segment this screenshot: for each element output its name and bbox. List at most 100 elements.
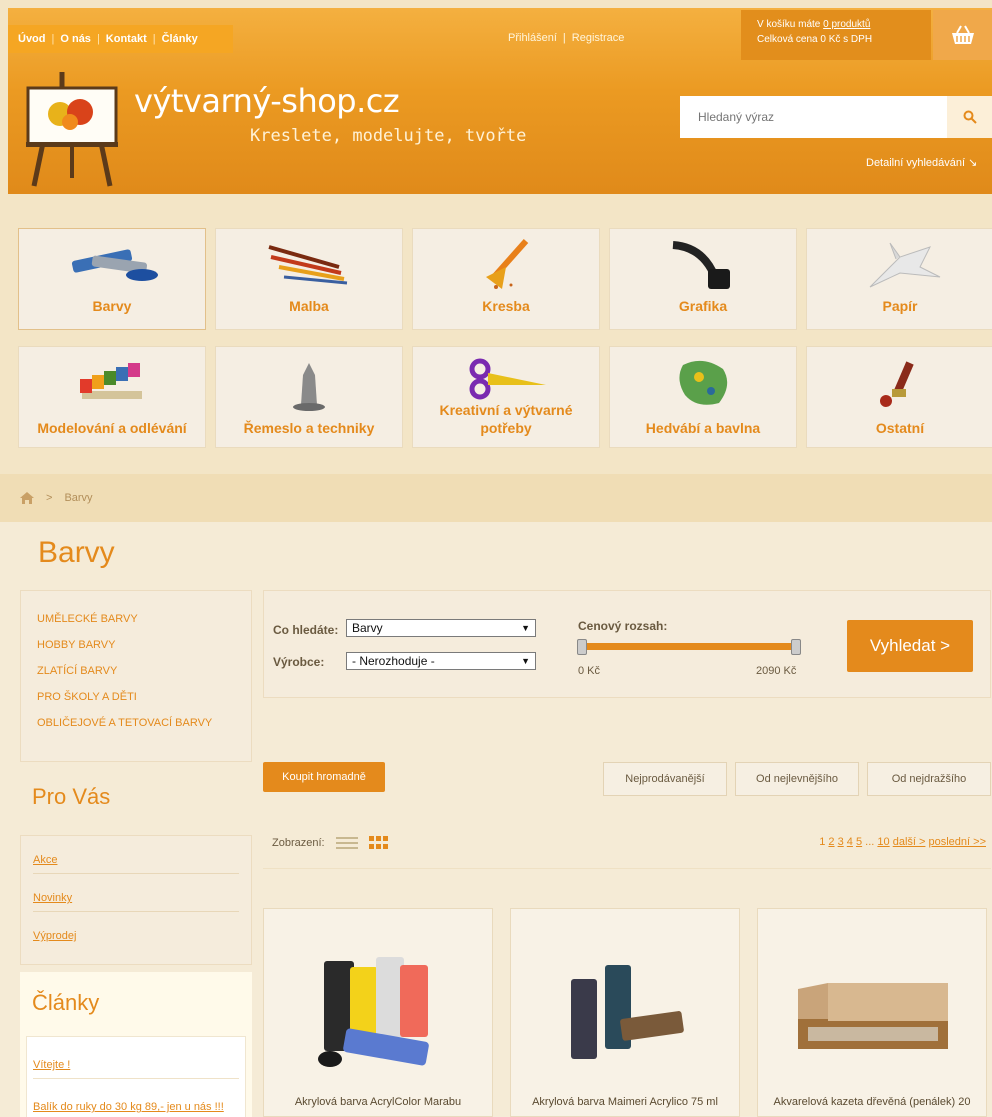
basket-icon: [951, 25, 974, 44]
page-link[interactable]: 5: [856, 836, 862, 848]
nav-uvod[interactable]: Úvod: [18, 33, 46, 45]
category-hedvabi[interactable]: Hedvábí a bavlna: [609, 346, 797, 448]
category-label: Hedvábí a bavlna: [645, 420, 761, 436]
subcategory-item[interactable]: UMĚLECKÉ BARVY: [37, 613, 251, 625]
subcategory-item[interactable]: PRO ŠKOLY A DĚTI: [37, 691, 251, 703]
category-modelovani[interactable]: Modelování a odlévání: [18, 346, 206, 448]
cart-text: V košíku máte: [757, 19, 824, 30]
breadcrumb-separator: >: [46, 492, 53, 504]
category-kreativni[interactable]: Kreativní a výtvarné potřeby: [412, 346, 600, 448]
page-link[interactable]: 3: [838, 836, 844, 848]
view-label: Zobrazení:: [272, 836, 325, 849]
grid-view-icon[interactable]: [368, 836, 389, 850]
category-grafika[interactable]: Grafika: [609, 228, 797, 330]
list-view-icon[interactable]: [335, 837, 358, 849]
cart-summary: V košíku máte 0 produktů Celková cena 0 …: [741, 10, 931, 60]
maker-label: Výrobce:: [273, 655, 325, 669]
sort-cheapest-button[interactable]: Od nejlevnějšího: [735, 762, 859, 796]
auth-links: Přihlášení | Registrace: [508, 32, 625, 44]
page-link[interactable]: 2: [828, 836, 834, 848]
clanky-item[interactable]: Vítejte !: [33, 1037, 239, 1079]
top-navigation: Úvod | O nás | Kontakt | Články: [8, 25, 233, 53]
breadcrumb-current[interactable]: Barvy: [64, 492, 92, 504]
price-max-handle[interactable]: [791, 639, 801, 655]
sort-expensive-button[interactable]: Od nejdražšího: [867, 762, 991, 796]
clanky-panel: Články Vítejte ! Balík do ruky do 30 kg …: [20, 972, 252, 1117]
subcategory-item[interactable]: ZLATÍCÍ BARVY: [37, 665, 251, 677]
last-page-link[interactable]: poslední >>: [929, 836, 987, 848]
category-label: Ostatní: [875, 420, 925, 436]
filter-panel: Co hledáte: Barvy ▼ Výrobce: - Nerozhodu…: [263, 590, 991, 698]
category-label: Papír: [882, 298, 918, 314]
pro-vas-item[interactable]: Výprodej: [33, 912, 239, 949]
product-card[interactable]: Akvarelová kazeta dřevěná (penálek) 20: [757, 908, 987, 1117]
clanky-item[interactable]: Balík do ruky do 30 kg 89,- jen u nás !!…: [33, 1079, 239, 1117]
what-select-value: Barvy: [352, 621, 383, 635]
search-input[interactable]: [680, 96, 948, 138]
home-icon[interactable]: [20, 492, 34, 504]
category-label: Kreativní a výtvarné potřeby: [439, 402, 573, 436]
acrylic-tubes-image: [318, 957, 429, 1067]
product-name[interactable]: Akrylová barva AcrylColor Marabu: [264, 1096, 492, 1108]
nav-o-nas[interactable]: O nás: [60, 33, 91, 45]
breadcrumb: > Barvy: [0, 474, 992, 522]
register-link[interactable]: Registrace: [572, 32, 625, 44]
maker-select-value: - Nerozhoduje -: [352, 654, 435, 668]
search-button[interactable]: [947, 96, 992, 138]
watercolor-box-image: [798, 983, 948, 1049]
sculpture-icon: [293, 363, 325, 411]
advanced-search-label: Detailní vyhledávání: [866, 157, 966, 169]
pro-vas-heading: Pro Vás: [32, 784, 111, 809]
page-current: 1: [819, 836, 826, 848]
bulk-buy-button[interactable]: Koupit hromadně: [263, 762, 385, 792]
category-kresba[interactable]: Kresba: [412, 228, 600, 330]
wax-seal-icon: [880, 361, 914, 407]
pro-vas-item[interactable]: Akce: [33, 836, 239, 874]
subcategory-list: UMĚLECKÉ BARVY HOBBY BARVY ZLATÍCÍ BARVY…: [20, 590, 252, 762]
category-remeslo[interactable]: Řemeslo a techniky: [215, 346, 403, 448]
category-barvy[interactable]: Barvy: [18, 228, 206, 330]
advanced-search-link[interactable]: Detailní vyhledávání ↘: [866, 156, 977, 169]
category-label: Řemeslo a techniky: [243, 420, 375, 436]
brand-slogan: Kreslete, modelujte, tvořte: [250, 126, 527, 146]
price-min-handle[interactable]: [577, 639, 587, 655]
product-card[interactable]: Akrylová barva Maimeri Acrylico 75 ml: [510, 908, 740, 1117]
login-link[interactable]: Přihlášení: [508, 32, 557, 44]
pencil-icon: [486, 239, 529, 289]
page-link[interactable]: 4: [847, 836, 853, 848]
category-malba[interactable]: Malba: [215, 228, 403, 330]
nav-kontakt[interactable]: Kontakt: [106, 33, 147, 45]
subcategory-item[interactable]: OBLIČEJOVÉ A TETOVACÍ BARVY: [37, 717, 251, 729]
view-switcher: Zobrazení:: [272, 836, 389, 850]
nav-clanky[interactable]: Články: [162, 33, 198, 45]
maker-select[interactable]: - Nerozhoduje - ▼: [346, 652, 536, 670]
category-label: Modelování a odlévání: [37, 420, 187, 436]
category-label: Kresba: [482, 298, 530, 314]
clanky-heading: Články: [32, 990, 100, 1015]
what-select[interactable]: Barvy ▼: [346, 619, 536, 637]
product-card[interactable]: Akrylová barva AcrylColor Marabu: [263, 908, 493, 1117]
category-label: Barvy: [92, 298, 132, 314]
dropdown-arrow-icon: ▼: [521, 623, 530, 633]
cart-count-link[interactable]: 0 produktů: [823, 19, 870, 30]
price-range-label: Cenový rozsah:: [578, 619, 668, 633]
page-title: Barvy: [38, 536, 115, 569]
product-name[interactable]: Akvarelová kazeta dřevěná (penálek) 20: [758, 1096, 986, 1108]
brand-name[interactable]: výtvarný-shop.cz: [134, 82, 400, 120]
ink-quill-icon: [672, 241, 730, 289]
paint-tubes-icon: [71, 249, 158, 281]
sort-bestselling-button[interactable]: Nejprodávanější: [603, 762, 727, 796]
product-name[interactable]: Akrylová barva Maimeri Acrylico 75 ml: [511, 1096, 739, 1108]
cart-button[interactable]: [933, 10, 992, 60]
category-ostatni[interactable]: Ostatní: [806, 346, 992, 448]
pro-vas-item[interactable]: Novinky: [33, 874, 239, 912]
filter-search-button[interactable]: Vyhledat >: [847, 620, 973, 672]
brushes-icon: [268, 245, 348, 285]
subcategory-item[interactable]: HOBBY BARVY: [37, 639, 251, 651]
next-page-link[interactable]: další >: [893, 836, 926, 848]
category-papir[interactable]: Papír: [806, 228, 992, 330]
scissors-icon: [469, 358, 546, 400]
category-label: Malba: [289, 298, 329, 314]
page-link[interactable]: 10: [877, 836, 889, 848]
origami-icon: [869, 242, 941, 288]
